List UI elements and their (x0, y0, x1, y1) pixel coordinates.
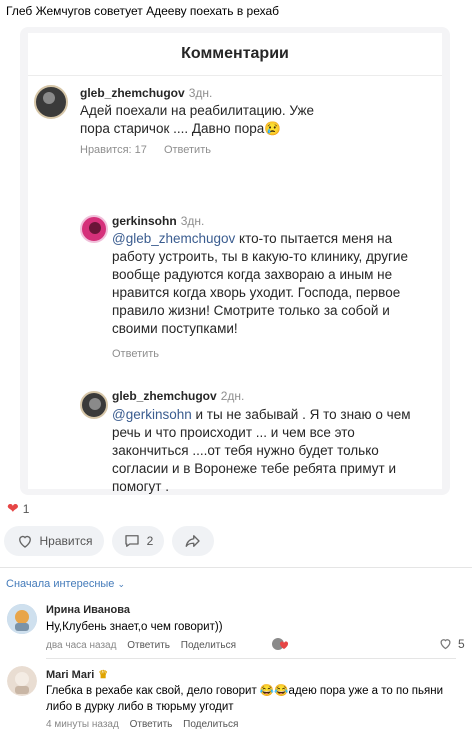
comment-like-count: 5 (458, 636, 465, 651)
reaction-icon[interactable] (272, 637, 290, 651)
share-button[interactable] (172, 526, 214, 556)
ig-mention: @gerkinsohn (112, 407, 192, 422)
comment-like-button[interactable]: 5 (438, 636, 465, 651)
header-divider (28, 75, 442, 76)
comment-author-name: Mari Mari (46, 668, 95, 681)
ig-timestamp: 3дн. (180, 214, 205, 228)
ig-username: gleb_zhemchugov (112, 389, 217, 403)
comment-text: Ну,Клубень знает,о чем говорит)) (46, 621, 223, 633)
share-link[interactable]: Поделиться (183, 719, 238, 730)
comment-count: 2 (146, 534, 154, 548)
ig-reply: Ответить (112, 348, 160, 360)
ig-comment-text: @gerkinsohn и ты не забывай . Я то знаю … (112, 406, 412, 495)
ig-likes: Нравится: 17 (80, 144, 147, 156)
screenshot-content: Комментарии gleb_zhemchugov 3дн. Адей пое… (28, 33, 442, 494)
comment-button[interactable]: 2 (112, 526, 164, 556)
ig-comment-body: кто-то пытается меня на работу устроить,… (112, 231, 408, 336)
ig-comment-author: gleb_zhemchugov 2дн. (112, 389, 244, 403)
comment-meta: два часа назад Ответить Поделиться (46, 640, 244, 651)
ig-timestamp: 2дн. (220, 389, 245, 403)
post-title: Глеб Жемчугов советует Адееву поехать в … (6, 4, 280, 18)
ig-mention: @gleb_zhemchugov (112, 231, 236, 246)
ig-reply: Ответить (163, 144, 211, 156)
avatar (80, 391, 108, 419)
sort-dropdown[interactable]: Сначала интересные ⌄ (6, 578, 125, 590)
avatar-image (7, 604, 37, 634)
share-arrow-icon (185, 535, 200, 547)
embedded-screenshot: Комментарии gleb_zhemchugov 3дн. Адей пое… (20, 27, 450, 495)
reply-link[interactable]: Ответить (127, 640, 170, 651)
divider (46, 658, 456, 659)
share-link[interactable]: Поделиться (181, 640, 236, 651)
comment-time: 4 минуты назад (46, 719, 119, 730)
ig-comment-meta: Нравится: 17 Ответить (80, 144, 225, 156)
post-like-count: ❤ 1 (7, 500, 29, 517)
comment-meta: 4 минуты назад Ответить Поделиться (46, 719, 246, 730)
avatar[interactable] (7, 666, 37, 696)
ig-comment-text: Адей поехали на реабилитацию. Уже пора с… (80, 103, 315, 136)
heart-outline-icon (440, 639, 451, 650)
avatar-image (7, 666, 37, 696)
ig-username: gerkinsohn (112, 214, 177, 228)
avatar (34, 85, 68, 119)
heart-icon: ❤ (7, 500, 19, 516)
ig-username: gleb_zhemchugov (80, 86, 185, 100)
comment-author[interactable]: Ирина Иванова (46, 604, 130, 616)
reply-link[interactable]: Ответить (130, 719, 173, 730)
sort-label: Сначала интересные (6, 578, 115, 590)
chevron-down-icon: ⌄ (117, 579, 126, 589)
screenshot-header: Комментарии (181, 45, 289, 62)
heart-outline-icon (18, 535, 31, 548)
ig-comment-text: @gleb_zhemchugov кто-то пытается меня на… (112, 230, 412, 338)
divider (0, 567, 472, 568)
ig-comment-author: gerkinsohn 3дн. (112, 214, 204, 228)
ig-comment-meta: Ответить (112, 348, 173, 360)
avatar (80, 215, 108, 243)
comment-time: два часа назад (46, 640, 117, 651)
comment-text: Глебка в рехабе как свой, дело говорит 😂… (46, 685, 444, 713)
avatar[interactable] (7, 604, 37, 634)
ig-comment-author: gleb_zhemchugov 3дн. (80, 86, 212, 100)
ig-timestamp: 3дн. (188, 86, 213, 100)
comment-icon (124, 535, 139, 547)
comment-author[interactable]: Mari Mari ♛ (46, 668, 109, 682)
like-button-label: Нравится (39, 534, 93, 548)
crown-icon: ♛ (98, 669, 109, 681)
like-button[interactable]: Нравится (4, 526, 104, 556)
like-count-value: 1 (22, 501, 30, 516)
